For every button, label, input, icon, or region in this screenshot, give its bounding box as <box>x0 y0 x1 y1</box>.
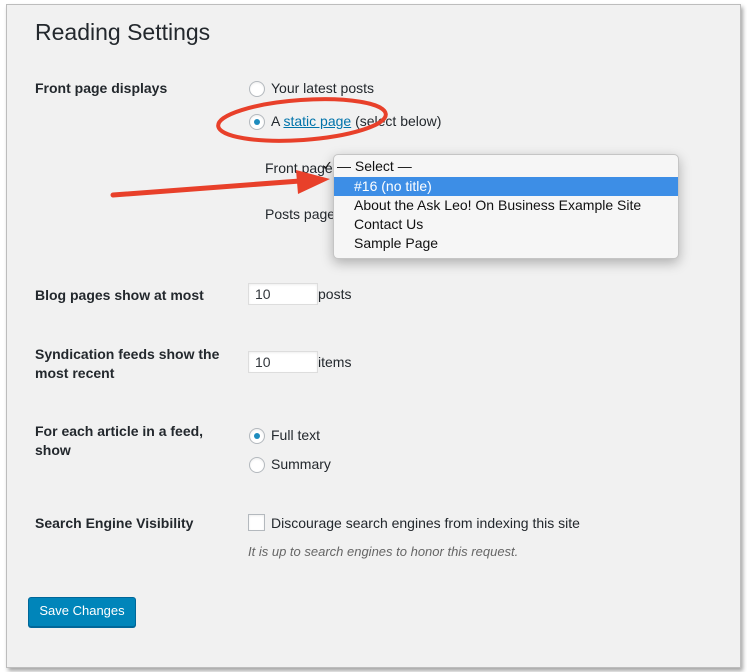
page-title: Reading Settings <box>35 19 211 45</box>
static-page-link[interactable]: static page <box>283 113 351 129</box>
radio-latest-posts[interactable] <box>249 81 265 97</box>
syndication-label: Syndication feeds show the most recent <box>35 346 220 381</box>
static-page-option: A static page (select below) <box>271 113 441 129</box>
radio-summary[interactable] <box>249 457 265 473</box>
radio-full-text[interactable] <box>249 428 265 444</box>
checkmark-icon: ✓ <box>322 158 333 173</box>
latest-posts-label: Your latest posts <box>271 80 374 96</box>
blog-pages-label: Blog pages show at most <box>35 287 204 303</box>
static-suffix: (select below) <box>355 113 442 129</box>
radio-static-page[interactable] <box>249 114 265 130</box>
summary-label: Summary <box>271 456 331 472</box>
discourage-search-checkbox[interactable] <box>248 514 265 531</box>
dropdown-option[interactable]: About the Ask Leo! On Business Example S… <box>334 196 678 215</box>
search-visibility-note: It is up to search engines to honor this… <box>248 544 519 559</box>
discourage-search-label: Discourage search engines from indexing … <box>271 515 580 531</box>
save-changes-button[interactable]: Save Changes <box>28 597 136 627</box>
settings-panel: Reading Settings Front page displays You… <box>6 4 741 668</box>
front-page-displays-label: Front page displays <box>35 80 168 96</box>
syndication-suffix: items <box>318 354 352 370</box>
dropdown-option[interactable]: #16 (no title) <box>334 177 678 196</box>
dropdown-placeholder-option[interactable]: — Select — <box>337 158 412 174</box>
blog-pages-suffix: posts <box>318 286 352 302</box>
syndication-input[interactable]: 10 <box>248 351 318 373</box>
dropdown-option[interactable]: Sample Page <box>334 234 678 253</box>
search-visibility-label: Search Engine Visibility <box>35 515 194 531</box>
posts-page-select-label: Posts page <box>265 206 336 222</box>
static-prefix: A <box>271 113 280 129</box>
blog-pages-input[interactable]: 10 <box>248 283 318 305</box>
feed-article-label: For each article in a feed, show <box>35 423 204 458</box>
dropdown-option[interactable]: Contact Us <box>334 215 678 234</box>
full-text-label: Full text <box>271 427 321 443</box>
